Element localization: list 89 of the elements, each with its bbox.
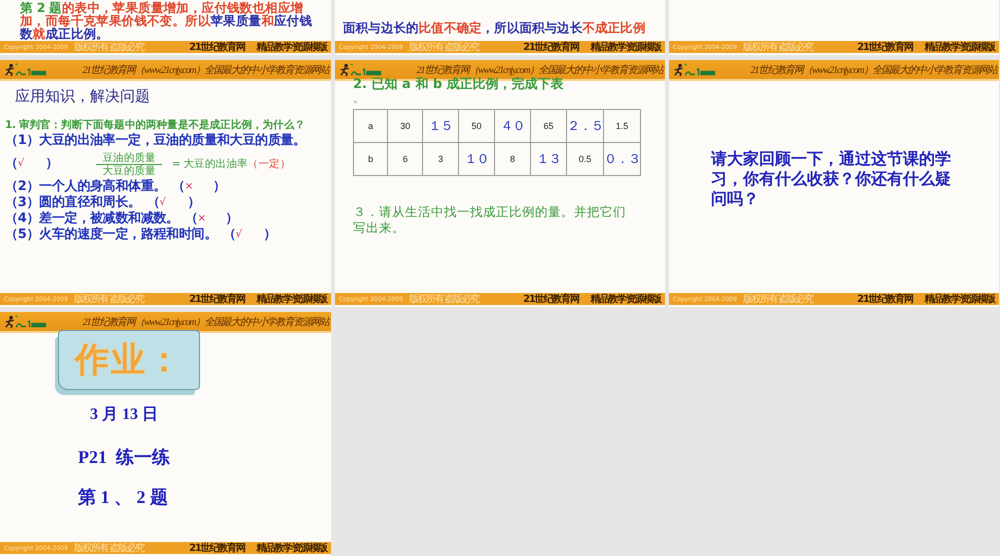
item-number: （3） bbox=[5, 195, 40, 211]
denominator-text: 大豆的质量 bbox=[102, 164, 156, 176]
note-text: （一定） bbox=[248, 157, 290, 172]
bracket-open: （ bbox=[5, 156, 18, 172]
site-name: 21世纪教育网 bbox=[523, 40, 579, 54]
question-text: 2. 已知 a 和 b 成正比例，完成下表 bbox=[353, 76, 565, 93]
site-name: 21世纪教育网 bbox=[857, 292, 913, 306]
homework-line: 第 1 、 2 题 bbox=[78, 486, 168, 509]
item-text: 圆的直径和周长。 bbox=[39, 195, 141, 210]
runner-logo-icon bbox=[673, 62, 717, 76]
header-text: 21世纪教育网（www.21cnjy.com）全国最大的中小学教育资源网站 bbox=[82, 316, 329, 328]
tagline-text: 精品教学资源模版 bbox=[924, 292, 995, 306]
table-cell: １３ bbox=[530, 142, 566, 176]
header-text: 21世纪教育网（www.21cnjy.com）全国最大的中小学教育资源网站 bbox=[82, 64, 329, 76]
item-text: 一个人的身高和体重。 bbox=[39, 179, 166, 195]
runner-logo-icon bbox=[4, 314, 48, 328]
site-name: 21世纪教育网 bbox=[189, 292, 245, 306]
bracket-close: ） bbox=[264, 227, 276, 243]
header-text: 21世纪教育网（www.21cnjy.com）全国最大的中小学教育资源网站 bbox=[416, 64, 663, 76]
runner-logo-icon bbox=[339, 62, 383, 76]
site-name: 21世纪教育网 bbox=[189, 40, 245, 54]
tagline-text: 精品教学资源模版 bbox=[924, 40, 995, 54]
rights-text: 版权所有 盗版必究 bbox=[74, 542, 144, 555]
slide-thumbnail[interactable] bbox=[0, 60, 331, 307]
answer-mark: √ bbox=[18, 156, 26, 171]
tagline-text: 精品教学资源模版 bbox=[256, 40, 327, 54]
bracket-open: （ bbox=[172, 179, 185, 195]
table-cell: ４０ bbox=[494, 110, 530, 142]
answer-mark: √ bbox=[159, 196, 167, 210]
table-cell: 0.5 bbox=[566, 142, 604, 176]
table-cell: ０．３ bbox=[603, 142, 640, 176]
site-name: 21世纪教育网 bbox=[189, 541, 245, 555]
bracket-open: （ bbox=[146, 195, 160, 211]
item-number: （4） bbox=[5, 211, 40, 227]
banner-title: 作业： bbox=[75, 339, 183, 382]
rights-text: 版权所有 盗版必究 bbox=[74, 40, 144, 54]
table-cell: 8 bbox=[494, 142, 530, 176]
question-text: 1. 审判官：判断下面每题中的两种量是不是成正比例，为什么？ bbox=[5, 118, 306, 132]
table-cell: 65 bbox=[530, 110, 566, 142]
rights-text: 版权所有 盗版必究 bbox=[742, 292, 813, 306]
homework-line: P21 练一练 bbox=[78, 446, 170, 469]
text-line: 面积与边长的比值不确定，所以面积与边长不成正比例 bbox=[343, 20, 646, 36]
table-cell: 30 bbox=[388, 110, 423, 142]
question-end: 。 bbox=[353, 93, 365, 104]
bracket-close: ） bbox=[46, 156, 58, 172]
item-number: （2） bbox=[5, 179, 40, 195]
bracket-open: （ bbox=[184, 211, 198, 227]
text-line: 加，而每千克苹果价钱不变。所以苹果质量和应付钱 bbox=[20, 14, 314, 27]
site-name: 21世纪教育网 bbox=[857, 40, 913, 54]
item-text: 大豆的出油率一定，豆油的质量和大豆的质量。 bbox=[39, 133, 306, 149]
review-text: 请大家回顾一下，通过这节课的学习，你有什么收获？你还有什么疑问吗？ bbox=[711, 149, 952, 209]
bracket-close: ） bbox=[212, 179, 226, 195]
bracket-close: ） bbox=[226, 211, 238, 227]
rights-text: 版权所有 盗版必究 bbox=[408, 292, 479, 306]
site-name: 21世纪教育网 bbox=[523, 292, 579, 306]
bracket-open: （ bbox=[222, 227, 236, 243]
bracket-close: ） bbox=[187, 195, 200, 211]
item-number: （1） bbox=[5, 133, 40, 149]
tagline-text: 精品教学资源模版 bbox=[256, 542, 327, 555]
homework-line: 3 月 13 日 bbox=[90, 405, 158, 425]
answer-mark: × bbox=[198, 212, 207, 226]
answer-mark: √ bbox=[236, 228, 243, 242]
item-text: 差一定，被减数和减数。 bbox=[39, 211, 179, 226]
tagline-text: 精品教学资源模版 bbox=[590, 40, 661, 54]
rights-text: 版权所有 盗版必究 bbox=[742, 40, 813, 54]
table-cell: 6 bbox=[388, 142, 423, 176]
result-text: = 大豆的出油率 bbox=[172, 157, 248, 172]
table-cell: １５ bbox=[422, 110, 459, 142]
task-text: ３．请从生活中找一找成正比例的量。并把它们写出来。 bbox=[353, 204, 627, 236]
table-cell: b bbox=[354, 142, 388, 176]
rights-text: 版权所有 盗版必究 bbox=[74, 292, 144, 306]
runner-logo-icon bbox=[4, 62, 48, 76]
text-line: 数就成正比例。 bbox=[20, 27, 109, 40]
tagline-text: 精品教学资源模版 bbox=[590, 292, 661, 306]
text-line: 第 2 题的表中，苹果质量增加，应付钱数也相应增 bbox=[20, 1, 304, 14]
answer-mark: × bbox=[184, 180, 194, 194]
table-cell: １０ bbox=[458, 142, 495, 176]
item-text: 火车的速度一定，路程和时间。 bbox=[39, 227, 217, 243]
table-cell: a bbox=[354, 110, 388, 142]
slide-title: 应用知识，解决问题 bbox=[15, 87, 151, 106]
item-number: （5） bbox=[5, 227, 40, 243]
table-cell: 1.5 bbox=[603, 110, 640, 142]
table-cell: 3 bbox=[422, 142, 459, 176]
numerator-text: 豆油的质量 bbox=[96, 152, 162, 164]
rights-text: 版权所有 盗版必究 bbox=[408, 40, 479, 54]
header-text: 21世纪教育网（www.21cnjy.com）全国最大的中小学教育资源网站 bbox=[750, 64, 997, 76]
table-cell: 50 bbox=[458, 110, 495, 142]
table-cell: ２．５ bbox=[566, 110, 604, 142]
tagline-text: 精品教学资源模版 bbox=[256, 292, 327, 306]
